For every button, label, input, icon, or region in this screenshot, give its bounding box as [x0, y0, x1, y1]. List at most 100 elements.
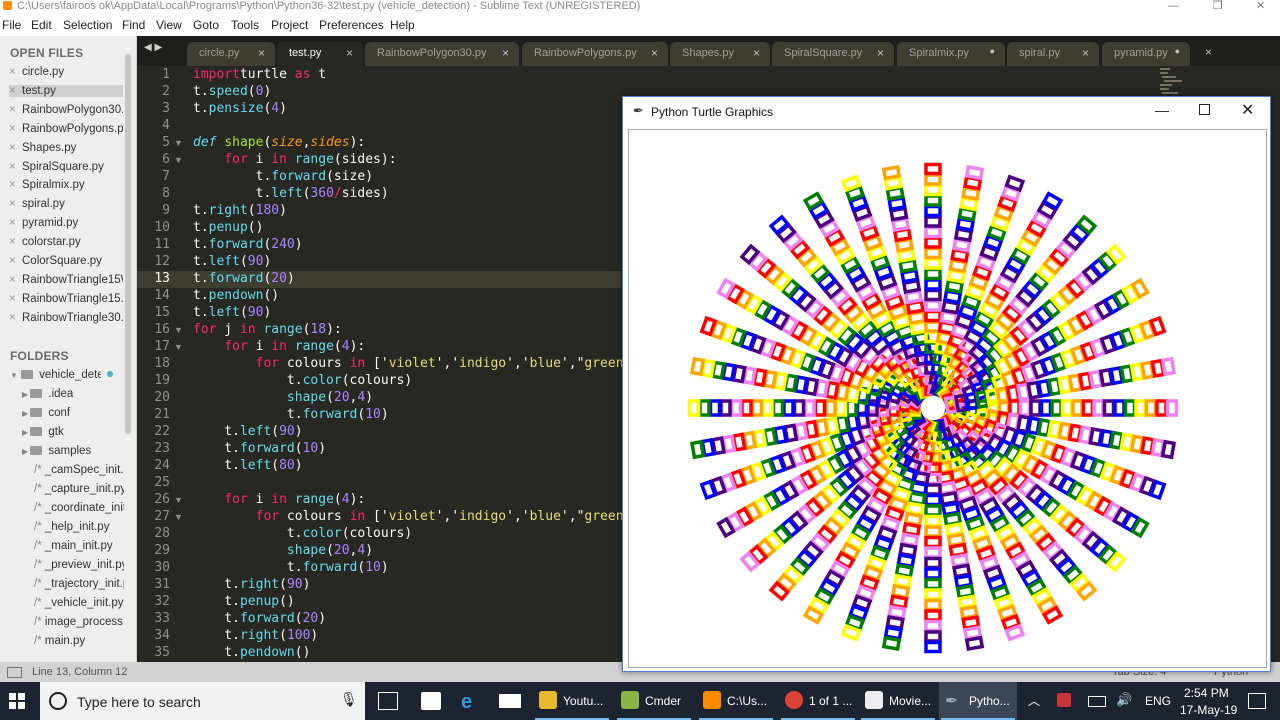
fold-arrow-icon[interactable]: ▼	[174, 342, 183, 352]
clock-time[interactable]: 2:54 PM	[1184, 686, 1229, 700]
tab-close-icon[interactable]: ×	[258, 46, 265, 60]
file-item[interactable]: /* _preview_init.py	[34, 559, 124, 571]
file-item[interactable]: /* main.py	[34, 635, 124, 647]
close-file-icon[interactable]: ×	[9, 104, 22, 116]
close-file-icon[interactable]: ×	[9, 179, 22, 191]
sidebar-scrollbar[interactable]	[125, 54, 131, 434]
folder-item[interactable]: ▶ .idea	[22, 388, 73, 400]
mail-icon[interactable]	[499, 694, 521, 708]
minimize-icon[interactable]: —	[1168, 0, 1179, 12]
tab-close-icon[interactable]: ×	[651, 46, 658, 60]
file-item[interactable]: /* _main_init.py	[34, 540, 124, 552]
close-file-icon[interactable]: ×	[9, 236, 22, 248]
tab-spiralsquare-py[interactable]: SpiralSquare.py ×	[772, 42, 894, 66]
file-item[interactable]: /* image_process.py	[34, 616, 124, 628]
menu-find[interactable]: Find	[122, 18, 145, 32]
unsaved-dot-icon[interactable]: ●	[1175, 46, 1180, 56]
battery-icon[interactable]	[1088, 696, 1106, 707]
open-file-item[interactable]: × test.py	[9, 84, 123, 97]
volume-icon[interactable]: 🔊	[1116, 692, 1132, 708]
menu-file[interactable]: File	[2, 18, 21, 32]
tab-close-icon[interactable]: ×	[502, 46, 509, 60]
tab-rainbowpolygon30-py[interactable]: RainbowPolygon30.py ×	[365, 42, 519, 66]
menu-preferences[interactable]: Preferences	[319, 18, 384, 32]
open-file-item[interactable]: × Spiralmix.py	[9, 179, 123, 191]
taskbar-item-python[interactable]: ✒ Pytho...	[939, 682, 1017, 720]
taskbar-search[interactable]: Type here to search 🎙	[40, 682, 365, 720]
fold-arrow-icon[interactable]: ▼	[174, 138, 183, 148]
tab-test-py[interactable]: test.py ×	[277, 42, 363, 66]
file-item[interactable]: /* _trajectory_init.py	[34, 578, 124, 590]
folder-item[interactable]: ▶ samples	[22, 445, 91, 457]
folder-root[interactable]: ▼ vehicle_detection	[10, 369, 114, 381]
close-icon[interactable]: ✕	[1241, 100, 1254, 120]
menu-tools[interactable]: Tools	[231, 18, 259, 32]
tab-close-icon[interactable]: ×	[346, 46, 353, 60]
close-file-icon[interactable]: ×	[9, 255, 22, 267]
close-file-icon[interactable]: ×	[9, 312, 22, 324]
notifications-icon[interactable]	[1248, 693, 1266, 709]
tab-spiralmix-py[interactable]: Spiralmix.py ●	[897, 42, 1005, 66]
close-file-icon[interactable]: ×	[9, 293, 22, 305]
open-file-item[interactable]: ×RainbowPolygon30.py	[9, 104, 123, 116]
tab-close-icon[interactable]: ×	[753, 46, 760, 60]
tab-rainbowpolygons-py[interactable]: RainbowPolygons.py ×	[522, 42, 668, 66]
open-file-item[interactable]: × ColorSquare.py	[9, 255, 123, 267]
folder-item[interactable]: ▶ conf	[22, 407, 70, 419]
chevron-up-icon[interactable]: ︿	[1028, 692, 1040, 709]
tab-spiral-py[interactable]: spiral.py ×	[1007, 42, 1099, 66]
menu-goto[interactable]: Goto	[193, 18, 219, 32]
microphone-icon[interactable]: 🎙	[340, 691, 358, 708]
file-item[interactable]: /* _camSpec_init.py	[34, 464, 124, 476]
folder-item[interactable]: ▶ gtk	[22, 426, 64, 438]
file-item[interactable]: /* _help_init.py	[34, 521, 124, 533]
fold-arrow-icon[interactable]: ▼	[174, 325, 183, 335]
open-file-item[interactable]: ×RainbowTriangle30.py	[9, 312, 123, 324]
open-file-item[interactable]: × RainbowPolygons.py	[9, 123, 123, 135]
panel-toggle-icon[interactable]	[7, 667, 22, 678]
store-icon[interactable]	[421, 692, 441, 710]
menu-view[interactable]: View	[156, 18, 182, 32]
tab-pyramid-py[interactable]: pyramid.py ●	[1102, 42, 1190, 66]
tab-scroll-arrows-icon[interactable]: ◀ ▶	[144, 42, 162, 53]
close-file-icon[interactable]: ×	[9, 274, 22, 286]
antivirus-icon[interactable]	[1057, 693, 1071, 707]
taskbar-item-movie[interactable]: Movie...	[859, 682, 937, 720]
close-file-icon[interactable]: ×	[9, 123, 22, 135]
open-file-item[interactable]: × colorstar.py	[9, 236, 123, 248]
open-file-item[interactable]: × spiral.py	[9, 198, 123, 210]
fold-arrow-icon[interactable]: ▼	[174, 495, 183, 505]
close-icon[interactable]: ✕	[1256, 0, 1265, 12]
open-file-item[interactable]: ×RainbowTriangle15.py	[9, 293, 123, 305]
fold-arrow-icon[interactable]: ▼	[174, 155, 183, 165]
tab-close-icon[interactable]: ×	[1082, 46, 1089, 60]
file-item[interactable]: /* _coordinate_init.py	[34, 502, 124, 514]
edge-icon[interactable]: e	[461, 691, 472, 714]
close-file-icon[interactable]: ×	[9, 217, 22, 229]
task-view-icon[interactable]	[378, 692, 398, 710]
menu-selection[interactable]: Selection	[63, 18, 112, 32]
minimap[interactable]	[1160, 68, 1190, 98]
open-file-item[interactable]: × pyramid.py	[9, 217, 123, 229]
minimize-icon[interactable]: —	[1155, 102, 1169, 118]
menu-help[interactable]: Help	[390, 18, 415, 32]
close-file-icon[interactable]: ×	[9, 85, 22, 97]
menu-edit[interactable]: Edit	[31, 18, 52, 32]
file-item[interactable]: /* _vehicle_init.py	[34, 597, 124, 609]
unsaved-dot-icon[interactable]: ●	[990, 46, 995, 56]
tab-close-icon[interactable]: ×	[877, 46, 884, 60]
tab-close-icon[interactable]: ×	[1205, 45, 1212, 59]
maximize-icon[interactable]: ❐	[1213, 0, 1223, 12]
clock-date[interactable]: 17-May-19	[1180, 703, 1237, 717]
menu-project[interactable]: Project	[271, 18, 308, 32]
open-file-item[interactable]: × RainbowTriangle15W	[9, 274, 123, 286]
taskbar-item-youtube[interactable]: Youtu...	[533, 682, 611, 720]
taskbar-item-cmder[interactable]: Cmder	[615, 682, 693, 720]
fold-arrow-icon[interactable]: ▼	[174, 512, 183, 522]
open-file-item[interactable]: × SpiralSquare.py	[9, 161, 123, 173]
taskbar-item-chrome[interactable]: 1 of 1 ...	[779, 682, 857, 720]
tab-shapes-py[interactable]: Shapes.py ×	[670, 42, 770, 66]
close-file-icon[interactable]: ×	[9, 198, 22, 210]
windows-start-icon[interactable]	[9, 693, 25, 709]
taskbar-item-sublime[interactable]: C:\Us...	[697, 682, 775, 720]
